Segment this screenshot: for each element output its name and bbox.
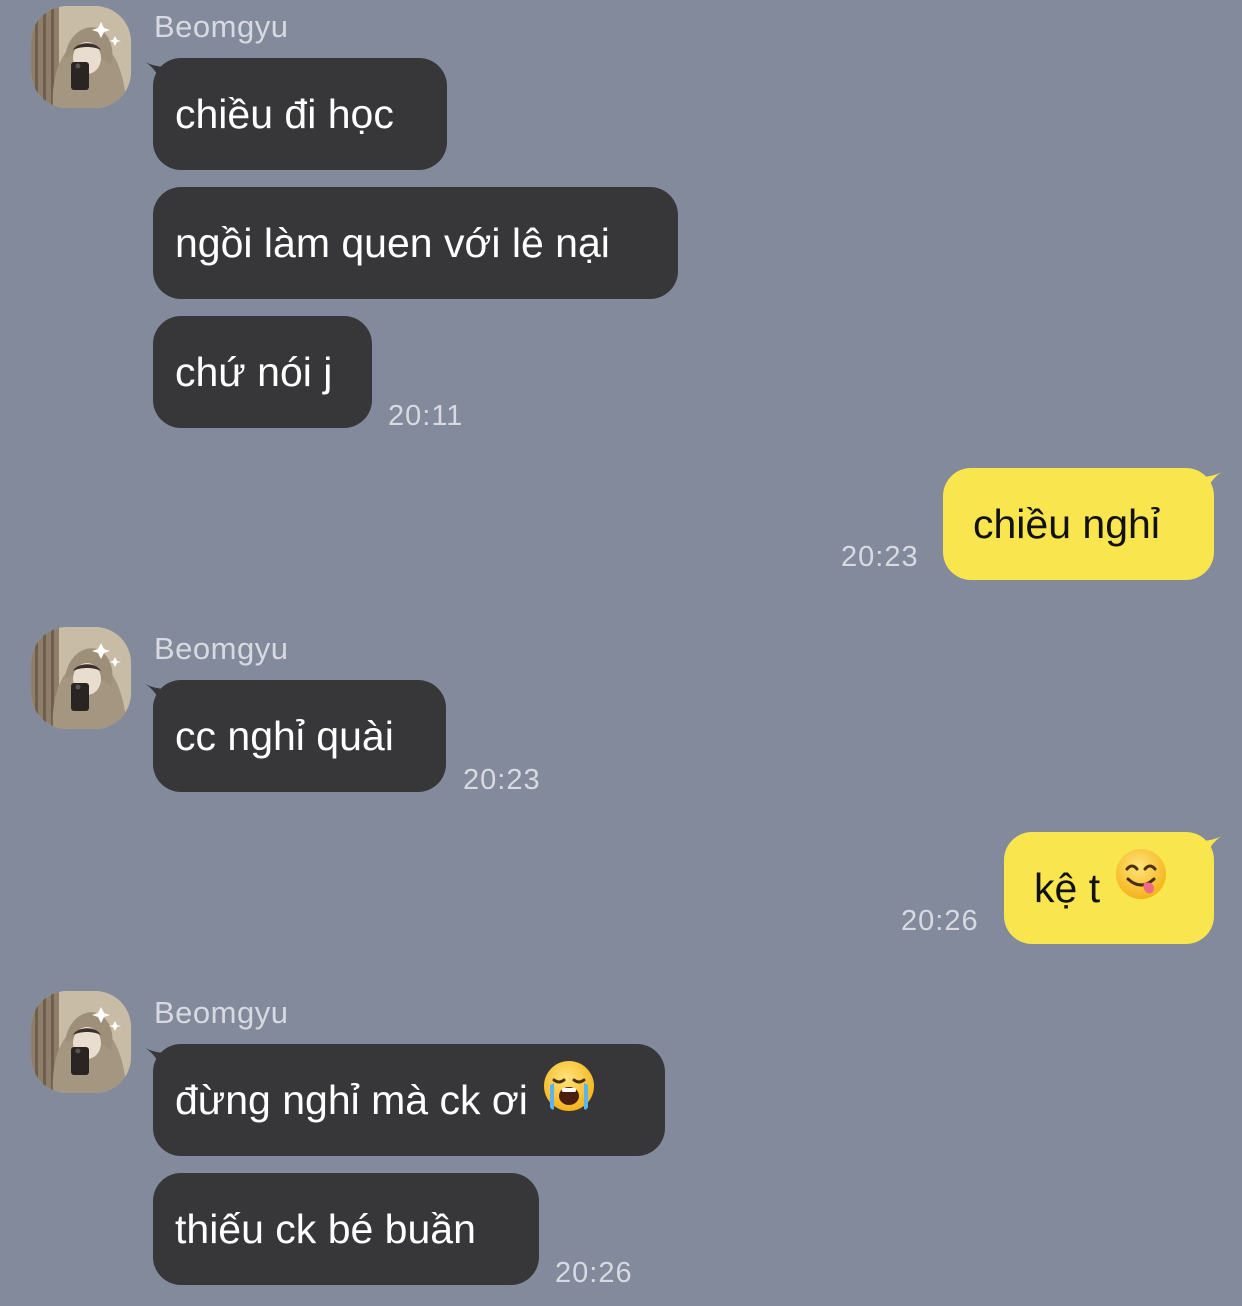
tail-shape-out-2 xyxy=(1194,836,1222,864)
message-text: chiều đi học xyxy=(175,91,394,137)
chat-thread[interactable]: Beomgyu chiều đi học ngồi làm quen với l… xyxy=(0,0,1242,1306)
message-bubble[interactable]: cc nghỉ quài xyxy=(153,680,446,792)
loudly-crying-face-emoji xyxy=(542,1043,596,1155)
message-bubble[interactable]: kệ t xyxy=(1004,832,1214,944)
message-timestamp: 20:26 xyxy=(901,905,979,937)
message-bubble[interactable]: chiều nghỉ xyxy=(943,468,1214,580)
message-bubble[interactable]: đừng nghỉ mà ck ơi xyxy=(153,1044,665,1156)
message-text: ngồi làm quen với lê nại xyxy=(175,220,610,266)
avatar[interactable] xyxy=(31,627,131,729)
message-text: kệ t xyxy=(1034,865,1101,911)
bubble-tail xyxy=(1194,834,1224,864)
bubble-tail xyxy=(1194,470,1224,500)
sender-name: Beomgyu xyxy=(154,9,289,44)
message-bubble[interactable]: ngồi làm quen với lê nại xyxy=(153,187,678,299)
tail-shape-out-1 xyxy=(1194,472,1222,500)
avatar[interactable] xyxy=(31,6,131,108)
sender-name: Beomgyu xyxy=(154,995,289,1030)
message-bubble[interactable]: chiều đi học xyxy=(153,58,447,170)
message-text: chứ nói j xyxy=(175,349,333,395)
avatar[interactable] xyxy=(31,991,131,1093)
message-timestamp: 20:26 xyxy=(555,1257,633,1289)
message-text: đừng nghỉ mà ck ơi xyxy=(175,1077,528,1123)
message-timestamp: 20:11 xyxy=(388,400,464,432)
message-timestamp: 20:23 xyxy=(841,541,919,573)
message-bubble[interactable]: thiếu ck bé buần xyxy=(153,1173,539,1285)
sender-name: Beomgyu xyxy=(154,631,289,666)
message-bubble[interactable]: chứ nói j xyxy=(153,316,372,428)
message-timestamp: 20:23 xyxy=(463,764,541,796)
message-text: cc nghỉ quài xyxy=(175,713,394,759)
face-savoring-food-emoji xyxy=(1114,831,1168,943)
message-text: thiếu ck bé buần xyxy=(175,1206,476,1252)
message-text: chiều nghỉ xyxy=(973,501,1160,547)
